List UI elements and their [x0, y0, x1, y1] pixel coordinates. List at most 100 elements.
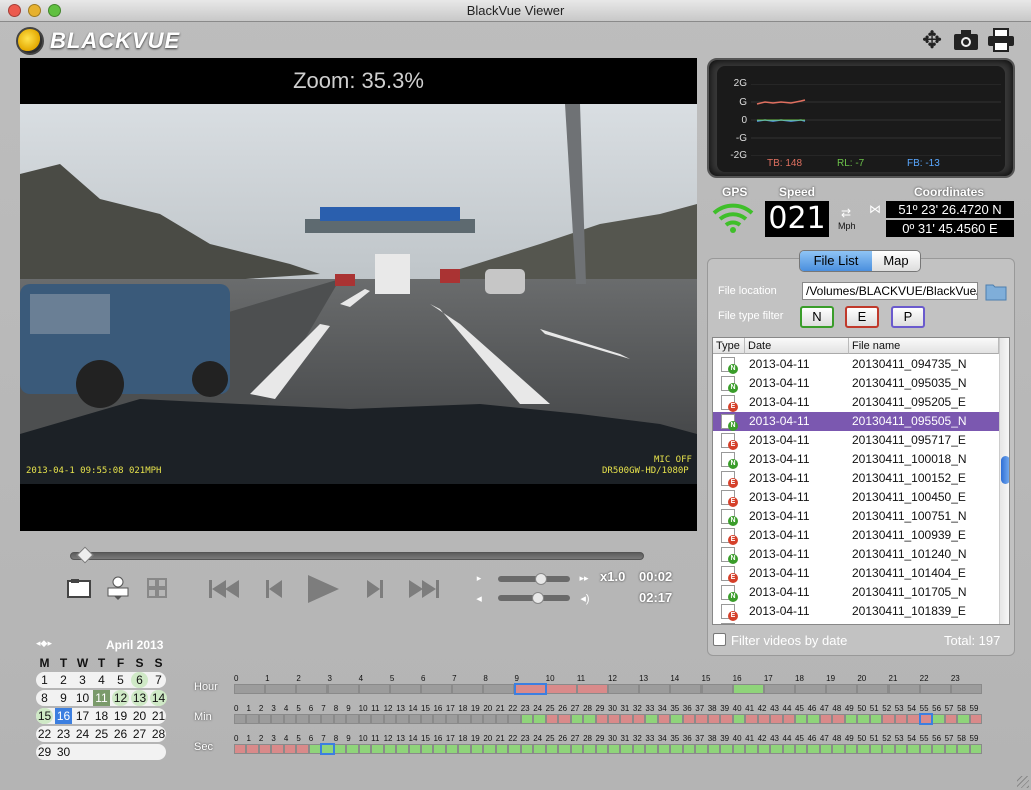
- sec-slot[interactable]: [347, 745, 358, 753]
- filter-parking-button[interactable]: P: [891, 306, 925, 328]
- calendar-day[interactable]: 10: [74, 690, 91, 706]
- hour-slot[interactable]: [889, 685, 919, 693]
- sec-slot[interactable]: [247, 745, 258, 753]
- sec-slot[interactable]: [571, 745, 583, 753]
- hour-slot[interactable]: [609, 685, 639, 693]
- min-slot[interactable]: [322, 715, 333, 723]
- min-slot[interactable]: [372, 715, 383, 723]
- calendar-day[interactable]: 17: [74, 708, 91, 724]
- hour-slot[interactable]: [858, 685, 888, 693]
- sec-slot[interactable]: [534, 745, 545, 753]
- previous-frame-button[interactable]: [263, 575, 285, 603]
- min-slot[interactable]: [918, 713, 934, 725]
- sec-slot[interactable]: [372, 745, 383, 753]
- min-slot[interactable]: [496, 715, 508, 723]
- sec-slot[interactable]: [546, 745, 558, 753]
- min-slot[interactable]: [945, 715, 957, 723]
- min-slot[interactable]: [571, 715, 583, 723]
- calendar-day[interactable]: 11: [93, 690, 110, 706]
- min-slot[interactable]: [334, 715, 346, 723]
- calendar-day[interactable]: 26: [112, 726, 129, 742]
- hour-slot[interactable]: [764, 685, 794, 693]
- min-slot[interactable]: [409, 715, 420, 723]
- sec-slot[interactable]: [895, 745, 907, 753]
- calendar-day[interactable]: 4: [93, 672, 110, 688]
- sec-slot[interactable]: [397, 745, 408, 753]
- calendar-day[interactable]: 25: [93, 726, 110, 742]
- min-slot[interactable]: [633, 715, 645, 723]
- min-slot[interactable]: [509, 715, 520, 723]
- min-slot[interactable]: [696, 715, 707, 723]
- min-slot[interactable]: [783, 715, 794, 723]
- hour-slot[interactable]: [671, 685, 701, 693]
- min-slot[interactable]: [259, 715, 271, 723]
- play-button[interactable]: [305, 572, 341, 606]
- min-slot[interactable]: [820, 715, 832, 723]
- hour-slot[interactable]: [702, 685, 732, 693]
- zoom-window-button[interactable]: [48, 4, 61, 17]
- resize-grip-icon[interactable]: [1017, 776, 1029, 788]
- calendar-day[interactable]: 18: [93, 708, 110, 724]
- min-slot[interactable]: [596, 715, 607, 723]
- sec-slot[interactable]: [808, 745, 819, 753]
- calendar-day[interactable]: 12: [112, 690, 129, 706]
- sec-slot[interactable]: [733, 745, 745, 753]
- min-slot[interactable]: [272, 715, 283, 723]
- min-slot[interactable]: [646, 715, 657, 723]
- hour-slot[interactable]: [951, 685, 981, 693]
- min-slot[interactable]: [247, 715, 258, 723]
- speed-slider-knob[interactable]: [535, 573, 548, 585]
- filter-event-button[interactable]: E: [845, 306, 879, 328]
- driver-view-icon[interactable]: [105, 574, 131, 602]
- min-slot[interactable]: [609, 715, 620, 723]
- sec-slot[interactable]: [646, 745, 657, 753]
- sec-slot[interactable]: [484, 745, 495, 753]
- sec-slot[interactable]: [596, 745, 607, 753]
- file-row[interactable]: N 2013-04-11 20130411_100018_N: [713, 450, 999, 469]
- close-window-button[interactable]: [8, 4, 21, 17]
- calendar-day[interactable]: 28: [150, 726, 167, 742]
- calendar-day[interactable]: 22: [36, 726, 53, 742]
- hour-slot[interactable]: [297, 685, 327, 693]
- hour-slot[interactable]: [796, 685, 826, 693]
- calendar-day[interactable]: 15: [36, 708, 53, 724]
- min-slot[interactable]: [284, 715, 296, 723]
- min-slot[interactable]: [534, 715, 545, 723]
- sec-slot[interactable]: [883, 745, 894, 753]
- sec-slot[interactable]: [272, 745, 283, 753]
- sec-slot[interactable]: [746, 745, 757, 753]
- sec-slot[interactable]: [758, 745, 770, 753]
- file-row[interactable]: E 2013-04-11 20130411_095717_E: [713, 431, 999, 450]
- sec-slot[interactable]: [820, 745, 832, 753]
- sec-slot[interactable]: [920, 745, 932, 753]
- minimize-window-button[interactable]: [28, 4, 41, 17]
- coords-copy-icon[interactable]: ⋈: [869, 202, 881, 216]
- min-slot[interactable]: [771, 715, 782, 723]
- sec-slot[interactable]: [384, 745, 396, 753]
- sec-slot[interactable]: [796, 745, 807, 753]
- sec-slot[interactable]: [422, 745, 433, 753]
- sec-slot[interactable]: [496, 745, 508, 753]
- grid-view-icon[interactable]: [146, 577, 168, 599]
- sec-slot[interactable]: [908, 745, 919, 753]
- camera-icon[interactable]: [952, 26, 980, 54]
- sec-slot[interactable]: [721, 745, 732, 753]
- min-slot[interactable]: [895, 715, 907, 723]
- sec-slot[interactable]: [858, 745, 869, 753]
- sec-slot[interactable]: [683, 745, 695, 753]
- calendar-day[interactable]: 8: [36, 690, 53, 706]
- calendar-day[interactable]: 2: [55, 672, 72, 688]
- calendar-day[interactable]: 5: [112, 672, 129, 688]
- file-row[interactable]: E 2013-04-11 20130411_095205_E: [713, 393, 999, 412]
- min-slot[interactable]: [584, 715, 595, 723]
- sec-slot[interactable]: [235, 745, 246, 753]
- min-slot[interactable]: [422, 715, 433, 723]
- column-type[interactable]: Type: [713, 338, 745, 354]
- printer-icon[interactable]: [987, 26, 1015, 54]
- calendar-day[interactable]: 7: [150, 672, 167, 688]
- min-slot[interactable]: [347, 715, 358, 723]
- min-slot[interactable]: [658, 715, 670, 723]
- min-slot[interactable]: [471, 715, 483, 723]
- min-slot[interactable]: [808, 715, 819, 723]
- tab-file-list[interactable]: File List: [800, 251, 872, 271]
